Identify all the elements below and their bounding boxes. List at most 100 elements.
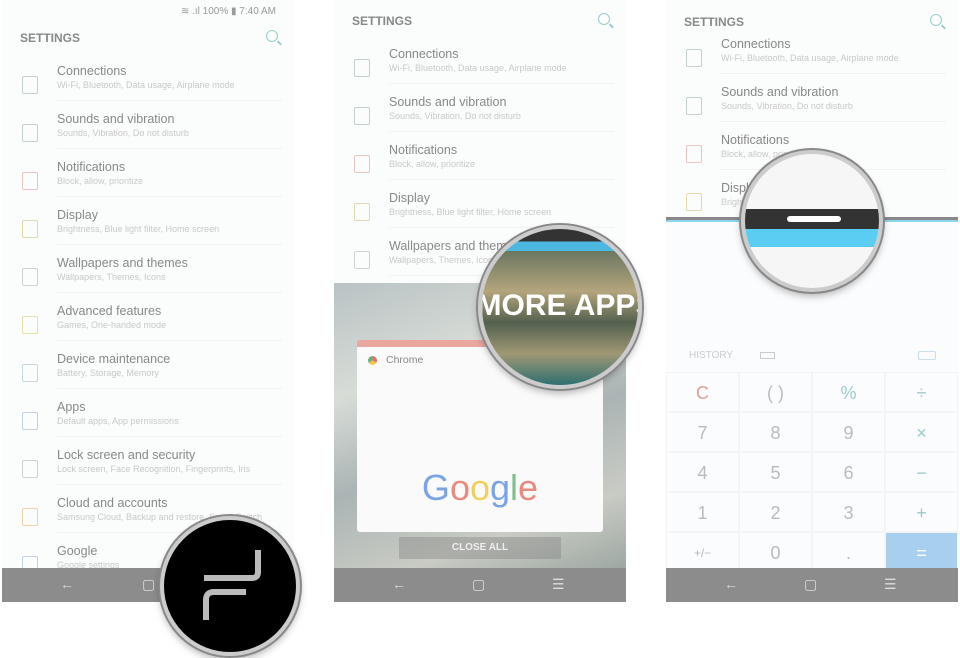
- item-title: Sounds and vibration: [57, 112, 175, 126]
- recents-button[interactable]: ☰: [552, 576, 565, 593]
- key-17[interactable]: 0: [739, 532, 812, 572]
- item-subtitle: Brightness, Blue light filter, Home scre…: [389, 207, 552, 217]
- item-subtitle: Brightness, Blue light filter, Home scre…: [57, 224, 220, 234]
- key-6[interactable]: 9: [812, 412, 885, 452]
- item-title: Notifications: [721, 133, 790, 147]
- wifi-signal-icon: ≋ .ıl: [180, 6, 203, 17]
- divider: [721, 73, 946, 74]
- item-title: Sounds and vibration: [721, 85, 839, 99]
- item-title: Connections: [389, 47, 459, 61]
- item-title: Connections: [721, 37, 791, 51]
- key-12[interactable]: 1: [666, 492, 739, 532]
- settings-item-wallpapers-and-themes[interactable]: Wallpapers and themes Wallpapers, Themes,…: [2, 256, 282, 304]
- key-16[interactable]: +/−: [666, 532, 739, 572]
- divider: [57, 244, 282, 245]
- settings-item-notifications[interactable]: Notifications Block, allow, prioritize: [334, 143, 614, 191]
- key-14[interactable]: 3: [812, 492, 885, 532]
- navigation-bar: ← ▢ ☰: [334, 568, 626, 602]
- lock-icon: [22, 460, 38, 478]
- google-logo: Google: [357, 467, 603, 509]
- key-8[interactable]: 4: [666, 452, 739, 492]
- google-logo-letter: o: [449, 467, 470, 508]
- close-all-button[interactable]: CLOSE ALL: [399, 537, 561, 559]
- item-subtitle: Block, allow, prioritize: [389, 159, 476, 169]
- key-10[interactable]: 6: [812, 452, 885, 492]
- scientific-mode-icon[interactable]: [760, 352, 775, 359]
- key-15[interactable]: +: [885, 492, 958, 532]
- key-19[interactable]: =: [885, 532, 958, 572]
- brush-icon: [354, 251, 370, 269]
- divider: [389, 179, 614, 180]
- settings-item-notifications[interactable]: Notifications Block, allow, prioritize: [2, 160, 282, 208]
- item-subtitle: Games, One-handed mode: [57, 320, 167, 330]
- battery-level: 100%: [202, 6, 229, 17]
- key-7[interactable]: ×: [885, 412, 958, 452]
- google-logo-letter: e: [518, 467, 539, 508]
- item-title: Google: [57, 544, 98, 558]
- divider: [57, 196, 282, 197]
- item-title: Notifications: [389, 143, 458, 157]
- settings-item-apps[interactable]: Apps Default apps, App permissions: [2, 400, 282, 448]
- key-9[interactable]: 5: [739, 452, 812, 492]
- page-title: SETTINGS: [352, 14, 413, 28]
- divider-handle[interactable]: [787, 216, 841, 222]
- divider: [57, 340, 282, 341]
- key-18[interactable]: .: [812, 532, 885, 572]
- divider: [389, 83, 614, 84]
- apps-icon: [22, 412, 38, 430]
- navigation-bar: ← ▢ ☰: [666, 568, 958, 602]
- item-title: Display: [57, 208, 98, 222]
- chrome-icon: [368, 356, 377, 365]
- google-logo-letter: G: [421, 467, 450, 508]
- settings-item-connections[interactable]: Connections Wi-Fi, Bluetooth, Data usage,…: [666, 37, 946, 85]
- backspace-icon[interactable]: [918, 351, 936, 360]
- item-title: Notifications: [57, 160, 126, 174]
- back-button[interactable]: ←: [724, 576, 738, 592]
- recents-button-magnifier[interactable]: [160, 516, 300, 656]
- settings-item-connections[interactable]: Connections Wi-Fi, Bluetooth, Data usage,…: [334, 47, 614, 95]
- speaker-icon: [22, 124, 38, 142]
- settings-item-connections[interactable]: Connections Wi-Fi, Bluetooth, Data usage,…: [2, 64, 282, 112]
- clock: 7:40 AM: [239, 6, 276, 17]
- back-button[interactable]: ←: [392, 576, 406, 592]
- home-button[interactable]: ▢: [472, 576, 485, 593]
- brush-icon: [22, 268, 38, 286]
- divider-handle-magnifier: [741, 150, 883, 292]
- key-4[interactable]: 7: [666, 412, 739, 452]
- item-title: Sounds and vibration: [389, 95, 507, 109]
- settings-item-device-maintenance[interactable]: Device maintenance Battery, Storage, Memo…: [2, 352, 282, 400]
- back-button[interactable]: ←: [60, 576, 74, 592]
- settings-item-sounds-and-vibration[interactable]: Sounds and vibration Sounds, Vibration, D…: [666, 85, 946, 133]
- item-subtitle: Battery, Storage, Memory: [57, 368, 159, 378]
- home-button[interactable]: ▢: [142, 576, 155, 593]
- key-5[interactable]: 8: [739, 412, 812, 452]
- search-icon[interactable]: [598, 13, 610, 25]
- key-11[interactable]: −: [885, 452, 958, 492]
- home-button[interactable]: ▢: [804, 576, 817, 593]
- more-apps-magnifier: MORE APPS: [478, 225, 642, 389]
- key-13[interactable]: 2: [739, 492, 812, 532]
- settings-item-lock-screen-and-security[interactable]: Lock screen and security Lock screen, Fac…: [2, 448, 282, 496]
- divider: [389, 131, 614, 132]
- item-subtitle: Wallpapers, Themes, Icons: [389, 255, 498, 265]
- battery-icon: ▮: [231, 6, 237, 17]
- item-subtitle: Wi-Fi, Bluetooth, Data usage, Airplane m…: [57, 80, 235, 90]
- key-0[interactable]: C: [666, 372, 739, 412]
- connections-icon: [22, 76, 38, 94]
- search-icon[interactable]: [930, 14, 942, 26]
- divider: [57, 148, 282, 149]
- key-1[interactable]: ( ): [739, 372, 812, 412]
- settings-item-display[interactable]: Display Brightness, Blue light filter, Ho…: [2, 208, 282, 256]
- item-subtitle: Lock screen, Face Recognition, Fingerpri…: [57, 464, 251, 474]
- history-button[interactable]: HISTORY: [689, 350, 733, 361]
- settings-item-sounds-and-vibration[interactable]: Sounds and vibration Sounds, Vibration, D…: [334, 95, 614, 143]
- key-2[interactable]: %: [812, 372, 885, 412]
- settings-item-advanced-features[interactable]: Advanced features Games, One-handed mode: [2, 304, 282, 352]
- recents-button[interactable]: ☰: [884, 576, 897, 593]
- search-icon[interactable]: [266, 30, 278, 42]
- item-subtitle: Default apps, App permissions: [57, 416, 179, 426]
- divider: [57, 100, 282, 101]
- item-title: Advanced features: [57, 304, 162, 318]
- settings-item-sounds-and-vibration[interactable]: Sounds and vibration Sounds, Vibration, D…: [2, 112, 282, 160]
- key-3[interactable]: ÷: [885, 372, 958, 412]
